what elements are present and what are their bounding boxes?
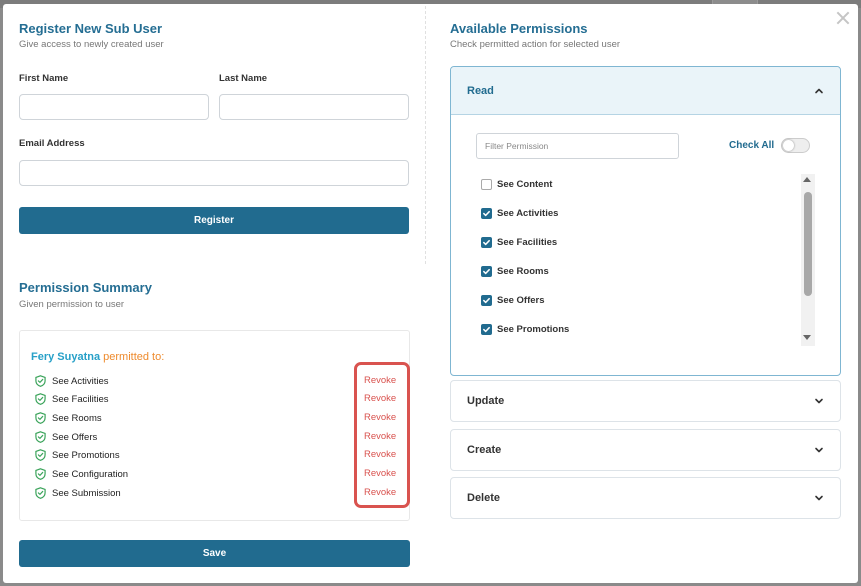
read-permission-label: See Activities xyxy=(497,207,559,219)
delete-accordion-title: Delete xyxy=(467,492,501,504)
chevron-down-icon xyxy=(815,495,823,501)
email-input[interactable] xyxy=(19,160,409,186)
last-name-label: Last Name xyxy=(219,73,268,84)
delete-accordion-header[interactable]: Delete xyxy=(451,478,840,518)
read-permission-label: See Offers xyxy=(497,294,545,306)
scroll-up-arrow[interactable] xyxy=(803,177,811,182)
summary-permission-row: See Facilities xyxy=(35,392,109,406)
chevron-down-icon xyxy=(815,398,823,404)
summary-user-name: Fery Suyatna xyxy=(31,351,101,363)
read-permission-item[interactable]: See Facilities xyxy=(481,235,557,249)
summary-permission-row: See Configuration xyxy=(35,467,128,481)
checkbox-checked[interactable] xyxy=(481,323,492,335)
summary-permission-row: See Activities xyxy=(35,374,109,388)
toggle-knob xyxy=(783,140,794,151)
shield-check-icon xyxy=(35,449,46,461)
summary-permission-label: See Rooms xyxy=(52,412,102,424)
column-divider xyxy=(425,6,426,264)
summary-permission-row: See Offers xyxy=(35,430,97,444)
checkbox-checked[interactable] xyxy=(481,265,492,277)
read-permission-label: See Rooms xyxy=(497,265,549,277)
shield-check-icon xyxy=(35,468,46,480)
check-icon xyxy=(483,268,490,274)
checkbox-checked[interactable] xyxy=(481,207,492,219)
read-permission-item[interactable]: See Content xyxy=(481,177,552,191)
delete-accordion[interactable]: Delete xyxy=(450,477,841,519)
update-accordion[interactable]: Update xyxy=(450,380,841,422)
scroll-down-arrow[interactable] xyxy=(803,335,811,340)
read-permission-item[interactable]: See Promotions xyxy=(481,322,569,336)
check-all-label[interactable]: Check All xyxy=(729,140,774,151)
email-label: Email Address xyxy=(19,138,85,149)
check-icon xyxy=(483,239,490,245)
summary-permission-label: See Promotions xyxy=(52,449,120,461)
read-accordion-title: Read xyxy=(467,84,494,97)
last-name-input[interactable] xyxy=(219,94,409,120)
shield-check-icon xyxy=(35,431,46,443)
summary-permission-row: See Submission xyxy=(35,486,121,500)
save-button[interactable]: Save xyxy=(19,540,410,567)
first-name-input[interactable] xyxy=(19,94,209,120)
summary-permitted-text: permitted to: xyxy=(100,351,165,363)
scrollbar-thumb[interactable] xyxy=(804,192,812,296)
shield-check-icon xyxy=(35,375,46,387)
available-title: Available Permissions xyxy=(450,21,588,36)
summary-subtitle: Given permission to user xyxy=(19,299,125,310)
shield-check-icon xyxy=(35,487,46,499)
close-icon[interactable] xyxy=(835,10,851,26)
read-permission-item[interactable]: See Rooms xyxy=(481,264,549,278)
checkbox-checked[interactable] xyxy=(481,236,492,248)
chevron-up-icon xyxy=(815,88,823,93)
read-permission-item[interactable]: See Offers xyxy=(481,293,545,307)
summary-permission-row: See Promotions xyxy=(35,448,120,462)
summary-permission-label: See Offers xyxy=(52,431,98,443)
check-icon xyxy=(483,326,490,332)
read-permission-label: See Promotions xyxy=(497,323,570,335)
shield-check-icon xyxy=(35,393,46,405)
checkbox-unchecked[interactable] xyxy=(481,178,492,190)
filter-permission-input[interactable]: Filter Permission xyxy=(476,133,679,159)
summary-permission-label: See Submission xyxy=(52,487,121,499)
summary-permission-label: See Facilities xyxy=(52,393,109,405)
check-icon xyxy=(483,210,490,216)
read-permission-item[interactable]: See Activities xyxy=(481,206,558,220)
summary-permission-label: See Activities xyxy=(52,375,109,387)
create-accordion-header[interactable]: Create xyxy=(451,430,840,470)
summary-heading: Fery Suyatna permitted to: xyxy=(31,351,164,363)
create-accordion[interactable]: Create xyxy=(450,429,841,471)
update-accordion-header[interactable]: Update xyxy=(451,381,840,421)
register-subtitle: Give access to newly created user xyxy=(19,39,164,50)
shield-check-icon xyxy=(35,412,46,424)
revoke-highlight xyxy=(354,362,410,508)
update-accordion-title: Update xyxy=(467,395,505,407)
check-all-toggle[interactable] xyxy=(781,138,810,153)
read-permission-label: See Content xyxy=(497,178,553,190)
read-permission-label: See Facilities xyxy=(497,236,558,248)
read-accordion-header[interactable]: Read xyxy=(451,67,840,115)
create-accordion-title: Create xyxy=(467,444,502,456)
summary-title: Permission Summary xyxy=(19,280,152,295)
available-subtitle: Check permitted action for selected user xyxy=(450,39,621,50)
summary-permission-label: See Configuration xyxy=(52,468,129,480)
checkbox-checked[interactable] xyxy=(481,294,492,306)
check-icon xyxy=(483,297,490,303)
summary-permission-row: See Rooms xyxy=(35,411,102,425)
register-button[interactable]: Register xyxy=(19,207,409,234)
register-title: Register New Sub User xyxy=(19,21,163,36)
chevron-down-icon xyxy=(815,447,823,453)
first-name-label: First Name xyxy=(19,73,69,84)
